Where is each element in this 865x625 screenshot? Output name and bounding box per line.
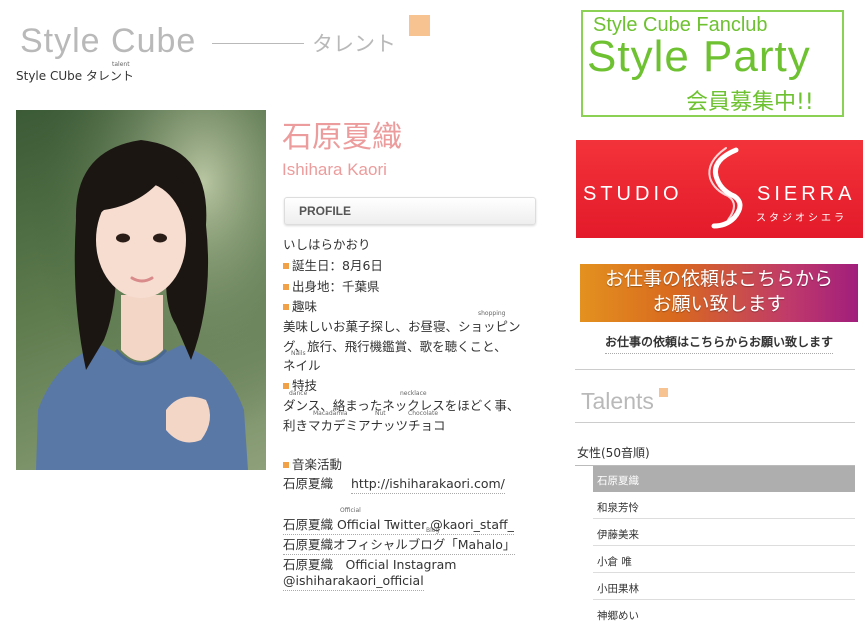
bullet-square-icon <box>283 304 289 310</box>
fanclub-banner-line-3: 会員募集中!! <box>686 90 814 115</box>
bullet-square-icon <box>283 263 289 269</box>
bullet-square-icon <box>283 284 289 290</box>
talent-list-item[interactable]: 石原夏織 <box>593 466 855 492</box>
studio-sierra-logo-icon <box>708 147 743 229</box>
birthplace: 出身地：千葉県 <box>283 276 380 295</box>
bullet-square-icon <box>283 383 289 389</box>
ruby-blog: Blog <box>426 527 440 534</box>
name-reading: いしはらかおり <box>283 237 371 252</box>
hobby-line-1: 美味しいお菓子探し、お昼寝、ショッピン <box>283 319 521 334</box>
talent-list-item[interactable]: 小田果林 <box>593 574 855 600</box>
talent-list-item[interactable]: 小倉 唯 <box>593 547 855 573</box>
profile-section-header: PROFILE <box>284 197 536 225</box>
talent-name-en: Ishihara Kaori <box>282 160 387 179</box>
birthplace-text: 出身地：千葉県 <box>292 279 380 294</box>
breadcrumb: talent Style CUbe タレント <box>16 61 134 84</box>
breadcrumb-text: Style CUbe タレント <box>16 69 134 83</box>
talent-name-jp: 石原夏織 <box>282 120 402 155</box>
talents-heading-underline <box>575 422 855 423</box>
birthday-text: 誕生日：8月6日 <box>292 258 383 273</box>
instagram-link-row: @ishiharakaori_official <box>283 573 424 591</box>
profile-photo <box>16 110 266 470</box>
instagram-label: 石原夏織 Official Instagram <box>283 557 457 572</box>
hobby-line-3: ネイル <box>283 358 321 373</box>
work-inquiry-banner[interactable]: お仕事の依頼はこちらから お願い致します <box>580 264 858 322</box>
fanclub-banner-line-2: Style Party <box>587 32 811 81</box>
studio-banner-right-text: SIERRA <box>757 183 856 205</box>
music-artist-name: 石原夏織 <box>283 476 334 491</box>
studio-banner-kana: スタジオシエラ <box>756 213 847 224</box>
instagram-link[interactable]: @ishiharakaori_official <box>283 573 424 591</box>
twitter-link[interactable]: 石原夏織 Official Twitter @kaori_staff_ <box>283 517 514 535</box>
bullet-square-icon <box>283 462 289 468</box>
studio-banner-left-text: STUDIO <box>583 183 683 205</box>
talents-heading: Talents <box>581 388 654 414</box>
site-title[interactable]: Style Cube <box>20 22 196 61</box>
work-banner-line-2: お願い致します <box>652 293 786 315</box>
hobby-line-2: グ、旅行、飛行機鑑賞、歌を聴くこと、 <box>283 339 507 354</box>
talent-list-item[interactable]: 神郷めい <box>593 601 855 625</box>
site-section-title: タレント <box>312 32 396 56</box>
talent-list-item[interactable]: 伊藤美来 <box>593 520 855 546</box>
skill-line-2: 利きマカデミアナッツチョコ <box>283 418 446 433</box>
title-divider-line <box>212 43 304 44</box>
birthday: 誕生日：8月6日 <box>283 255 383 274</box>
music-heading: 音楽活動 <box>283 454 342 473</box>
sidebar-divider <box>575 369 855 370</box>
work-inquiry-link[interactable]: お仕事の依頼はこちらからお願い致します <box>605 333 834 354</box>
blog-link[interactable]: 石原夏織オフィシャルブログ「Mahalo」 <box>283 537 516 555</box>
music-row: 石原夏織 http://ishiharakaori.com/ <box>283 473 505 494</box>
twitter-link-row: 石原夏織 Official Twitter @kaori_staff_ <box>283 514 514 535</box>
ruby-official: Official <box>340 507 361 514</box>
breadcrumb-ruby: talent <box>112 61 130 68</box>
hobby-heading: 趣味 <box>283 296 317 315</box>
portrait-illustration <box>16 110 266 470</box>
work-banner-line-1: お仕事の依頼はこちらから <box>604 268 833 290</box>
talent-category-label: 女性(50音順) <box>577 446 650 460</box>
talent-list-item[interactable]: 和泉芳怜 <box>593 493 855 519</box>
title-accent-square <box>409 15 430 36</box>
music-label: 音楽活動 <box>292 457 343 472</box>
official-site-link[interactable]: http://ishiharakaori.com/ <box>351 476 505 494</box>
blog-link-row: 石原夏織オフィシャルブログ「Mahalo」 <box>283 534 516 555</box>
talents-accent-square <box>659 388 668 397</box>
hobby-label: 趣味 <box>292 299 318 314</box>
